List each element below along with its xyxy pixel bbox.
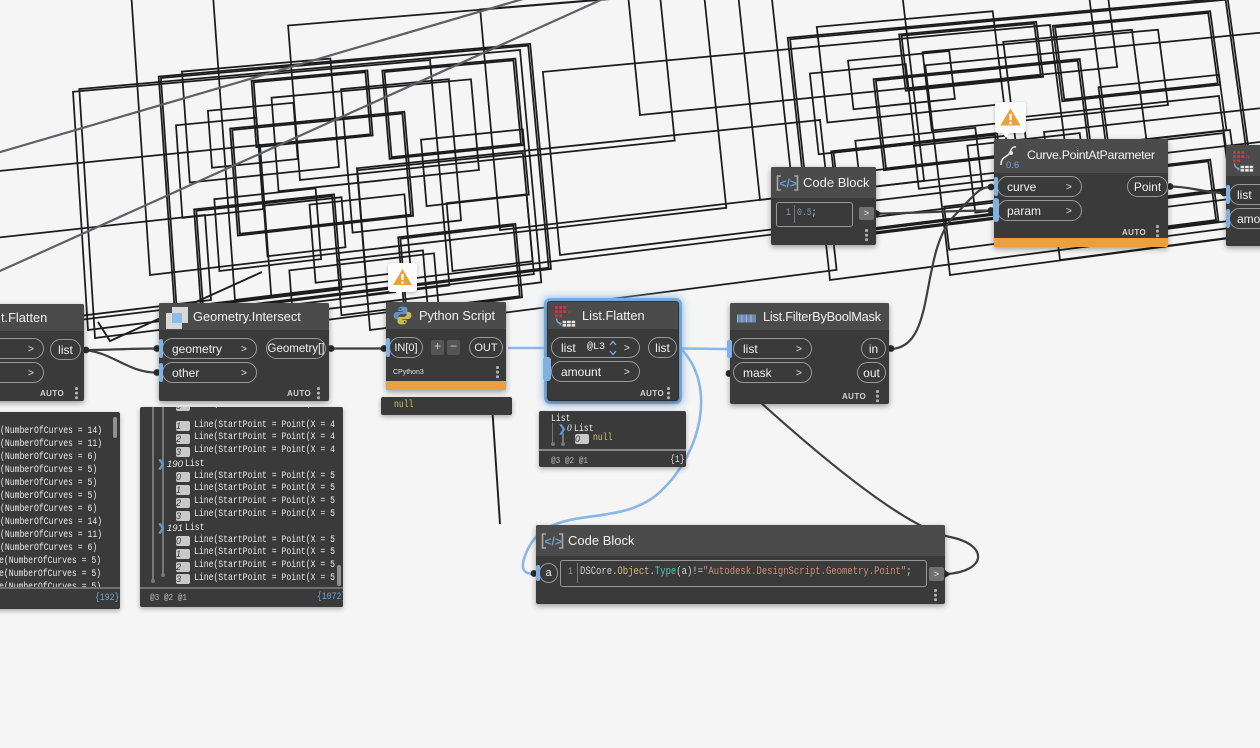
- svg-text:n: n: [568, 307, 572, 316]
- svg-text:</>: </>: [545, 535, 562, 549]
- svg-text:</>: </>: [780, 177, 797, 191]
- svg-text:n: n: [1246, 152, 1250, 161]
- svg-text:0.6: 0.6: [1006, 160, 1019, 171]
